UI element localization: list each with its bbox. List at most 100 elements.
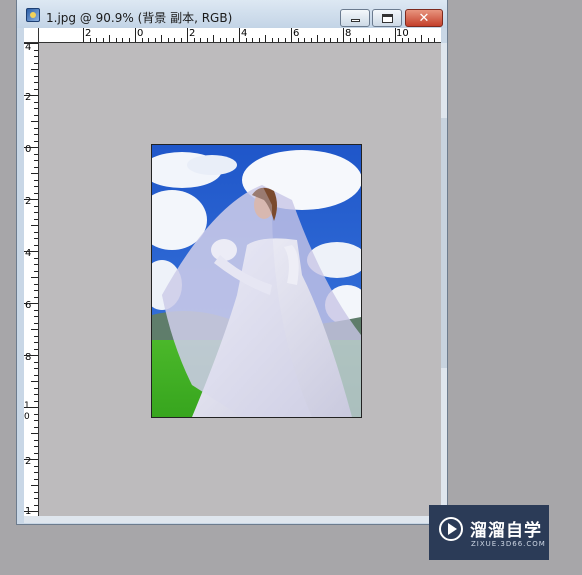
ruler-tick [284, 38, 286, 42]
maximize-button[interactable] [372, 9, 402, 27]
scrollbar-thumb[interactable] [441, 118, 447, 368]
ruler-tick [34, 231, 38, 233]
vertical-ruler[interactable]: 4 2 0 2 4 6 8 10 2 1 [24, 43, 39, 516]
ruler-tick [34, 465, 38, 467]
watermark-url: ZIXUE.3D66.COM [471, 540, 546, 548]
ruler-tick [154, 38, 156, 42]
vertical-scrollbar[interactable] [441, 43, 447, 516]
ruler-tick [34, 218, 38, 220]
minimize-button[interactable] [340, 9, 370, 27]
ruler-tick [24, 199, 38, 200]
ruler-tick [369, 35, 370, 42]
ruler-tick [24, 251, 38, 252]
ruler-tick [102, 38, 104, 42]
ruler-tick [34, 179, 38, 181]
ruler-tick [239, 28, 240, 42]
ruler-tick [336, 38, 338, 42]
ruler-tick [213, 35, 214, 42]
ruler-tick [31, 485, 38, 486]
ruler-tick [401, 38, 403, 42]
ruler-tick [434, 38, 435, 42]
ruler-tick [34, 244, 38, 246]
ruler-tick [427, 38, 429, 42]
ruler-tick [375, 38, 377, 42]
ruler-tick [34, 322, 38, 324]
wedding-photo[interactable] [151, 144, 362, 418]
ruler-tick [34, 498, 38, 499]
ruler-tick [24, 459, 38, 460]
ruler-tick [34, 296, 38, 298]
ruler-tick [232, 38, 234, 42]
horizontal-scrollbar[interactable] [24, 516, 447, 523]
close-icon: ✕ [418, 10, 430, 26]
ruler-tick [356, 38, 357, 42]
ruler-label: 10 [24, 401, 30, 422]
ruler-tick [317, 35, 318, 42]
ruler-tick [226, 38, 227, 42]
ruler-tick [135, 28, 136, 42]
ruler-tick [219, 38, 221, 42]
ruler-tick [252, 38, 253, 42]
ruler-tick [148, 38, 149, 42]
ruler-tick [34, 212, 38, 213]
ruler-tick [187, 28, 188, 42]
ruler-tick [382, 38, 383, 42]
ruler-tick [258, 38, 260, 42]
ruler-tick [34, 101, 38, 103]
ruler-tick [161, 35, 162, 42]
ruler-tick [34, 134, 38, 135]
ruler-tick [24, 147, 38, 148]
minimize-icon [350, 19, 360, 22]
close-button[interactable]: ✕ [405, 9, 443, 27]
canvas-area[interactable] [39, 43, 441, 516]
window-title: 1.jpg @ 90.9% (背景 副本, RGB) [46, 11, 233, 25]
ruler-tick [83, 28, 84, 42]
ruler-tick [141, 38, 143, 42]
ruler-tick [174, 38, 175, 42]
ruler-tick [31, 225, 38, 226]
ruler-tick [34, 49, 38, 51]
ruler-tick [34, 192, 38, 194]
ruler-origin[interactable] [24, 28, 39, 43]
watermark-brand: 溜溜自学 [470, 521, 542, 541]
ruler-tick [34, 439, 38, 441]
photo-artwork [152, 145, 361, 417]
title-bar[interactable]: 1.jpg @ 90.9% (背景 副本, RGB) ✕ [17, 0, 447, 28]
ruler-tick [278, 38, 279, 42]
ruler-tick [34, 108, 38, 109]
ruler-tick [34, 153, 38, 155]
ruler-tick [34, 472, 38, 473]
ruler-tick [34, 75, 38, 77]
ruler-tick [34, 257, 38, 259]
ruler-tick [31, 329, 38, 330]
document-window[interactable]: 1.jpg @ 90.9% (背景 副本, RGB) ✕ 2 0 2 4 6 8… [16, 0, 448, 525]
ruler-label: 4 [25, 43, 32, 53]
horizontal-ruler[interactable]: 2 0 2 4 6 8 10 [39, 28, 441, 43]
ruler-tick [34, 374, 38, 376]
ruler-tick [34, 283, 38, 285]
ruler-tick [24, 95, 38, 96]
ruler-tick [34, 316, 38, 317]
ruler-tick [388, 38, 390, 42]
ruler-tick [34, 205, 38, 207]
ruler-tick [31, 381, 38, 382]
ruler-tick [34, 413, 38, 415]
ruler-tick [193, 38, 195, 42]
ruler-tick [34, 361, 38, 363]
ruler-tick [34, 127, 38, 129]
ruler-tick [34, 309, 38, 311]
ruler-tick [115, 38, 117, 42]
ruler-tick [395, 28, 396, 42]
ruler-tick [24, 511, 38, 512]
ruler-tick [34, 238, 38, 239]
ruler-tick [96, 38, 97, 42]
ruler-tick [34, 114, 38, 116]
watermark-logo: 溜溜自学 ZIXUE.3D66.COM [429, 505, 549, 560]
ruler-tick [408, 38, 409, 42]
ruler-tick [34, 478, 38, 480]
ruler-tick [34, 62, 38, 64]
ruler-tick [440, 38, 441, 42]
ruler-tick [343, 28, 344, 42]
ruler-tick [31, 173, 38, 174]
ruler-tick [109, 35, 110, 42]
